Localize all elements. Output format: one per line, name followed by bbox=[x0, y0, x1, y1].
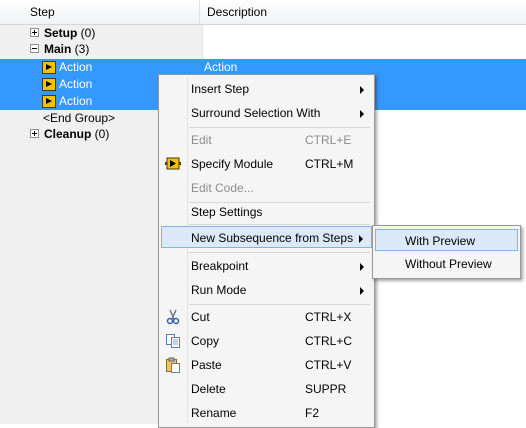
step-name: Action bbox=[59, 77, 93, 91]
submenu-arrow-icon bbox=[360, 287, 364, 295]
menu-item-label: Cut bbox=[191, 310, 210, 324]
menu-item-label: Specify Module bbox=[191, 157, 274, 171]
menu-item-shortcut: CTRL+E bbox=[305, 133, 352, 147]
menu-item-paste[interactable]: Paste CTRL+V bbox=[161, 354, 372, 376]
submenu-arrow-icon bbox=[360, 263, 364, 271]
expand-plus-icon[interactable] bbox=[30, 129, 39, 138]
menu-item-breakpoint[interactable]: Breakpoint bbox=[161, 255, 372, 277]
grid-header: Step Description bbox=[0, 0, 526, 25]
step-name: Action bbox=[59, 94, 93, 108]
cleanup-group-label: Cleanup (0) bbox=[44, 127, 110, 141]
paste-icon bbox=[165, 357, 181, 373]
menu-item-shortcut: SUPPR bbox=[305, 382, 347, 396]
submenu-item-without-preview[interactable]: Without Preview bbox=[375, 253, 518, 275]
main-group-label: Main (3) bbox=[44, 42, 90, 56]
main-group-count: (3) bbox=[71, 42, 90, 56]
step-column-header[interactable]: Step bbox=[0, 0, 200, 24]
main-group-row[interactable]: Main (3) bbox=[0, 41, 526, 58]
menu-item-copy[interactable]: Copy CTRL+C bbox=[161, 330, 372, 352]
menu-item-label: Breakpoint bbox=[191, 259, 249, 273]
menu-item-label: Surround Selection With bbox=[191, 106, 321, 120]
submenu-arrow-icon bbox=[359, 235, 363, 243]
menu-item-delete[interactable]: Delete SUPPR bbox=[161, 378, 372, 400]
menu-item-shortcut: CTRL+X bbox=[305, 310, 352, 324]
menu-item-label: Insert Step bbox=[191, 82, 250, 96]
menu-item-shortcut: CTRL+V bbox=[305, 358, 352, 372]
end-group-label: <End Group> bbox=[43, 111, 116, 125]
menu-item-label: Rename bbox=[191, 406, 237, 420]
cleanup-group-count: (0) bbox=[91, 127, 110, 141]
menu-item-label: Step Settings bbox=[191, 205, 263, 219]
menu-separator bbox=[189, 252, 370, 253]
menu-item-cut[interactable]: Cut CTRL+X bbox=[161, 306, 372, 328]
menu-item-specify-module[interactable]: Specify Module CTRL+M bbox=[161, 153, 372, 175]
menu-item-run-mode[interactable]: Run Mode bbox=[161, 279, 372, 301]
menu-item-label: New Subsequence from Steps bbox=[191, 231, 354, 245]
action-step-icon bbox=[42, 61, 56, 74]
description-column-header[interactable]: Description bbox=[201, 0, 526, 24]
scissors-icon bbox=[165, 309, 181, 325]
new-subsequence-submenu: With Preview Without Preview bbox=[372, 225, 521, 279]
action-step-icon bbox=[42, 78, 56, 91]
menu-item-shortcut: F2 bbox=[305, 406, 320, 420]
menu-item-insert-step[interactable]: Insert Step bbox=[161, 78, 372, 100]
menu-item-edit-code[interactable]: Edit Code... bbox=[161, 177, 372, 199]
setup-group-label: Setup (0) bbox=[44, 26, 96, 40]
module-icon bbox=[165, 156, 181, 172]
setup-group-count: (0) bbox=[77, 26, 96, 40]
submenu-item-label: Without Preview bbox=[405, 257, 492, 271]
submenu-arrow-icon bbox=[360, 110, 364, 118]
menu-item-label: Run Mode bbox=[191, 283, 247, 297]
menu-item-label: Paste bbox=[191, 358, 222, 372]
copy-icon bbox=[165, 333, 181, 349]
collapse-minus-icon[interactable] bbox=[30, 44, 39, 53]
action-step-icon bbox=[42, 95, 56, 108]
menu-separator bbox=[189, 224, 370, 225]
menu-item-label: Delete bbox=[191, 382, 226, 396]
menu-item-label: Copy bbox=[191, 334, 220, 348]
submenu-item-with-preview[interactable]: With Preview bbox=[375, 229, 518, 251]
menu-separator bbox=[189, 127, 370, 128]
context-menu: Insert Step Surround Selection With Edit… bbox=[158, 74, 375, 428]
expand-plus-icon[interactable] bbox=[30, 28, 39, 37]
menu-item-label: Edit bbox=[191, 133, 212, 147]
menu-item-label: Edit Code... bbox=[191, 181, 254, 195]
menu-item-rename[interactable]: Rename F2 bbox=[161, 402, 372, 424]
menu-item-shortcut: CTRL+C bbox=[305, 334, 353, 348]
submenu-item-label: With Preview bbox=[405, 234, 476, 248]
menu-item-new-subsequence[interactable]: New Subsequence from Steps bbox=[161, 226, 372, 248]
submenu-arrow-icon bbox=[360, 86, 364, 94]
menu-separator bbox=[189, 304, 370, 305]
setup-group-row[interactable]: Setup (0) bbox=[0, 25, 526, 42]
menu-item-step-settings[interactable]: Step Settings bbox=[161, 201, 372, 223]
menu-item-surround-selection[interactable]: Surround Selection With bbox=[161, 102, 372, 124]
menu-item-edit[interactable]: Edit CTRL+E bbox=[161, 129, 372, 151]
menu-item-shortcut: CTRL+M bbox=[305, 157, 354, 171]
step-name: Action bbox=[59, 60, 93, 74]
